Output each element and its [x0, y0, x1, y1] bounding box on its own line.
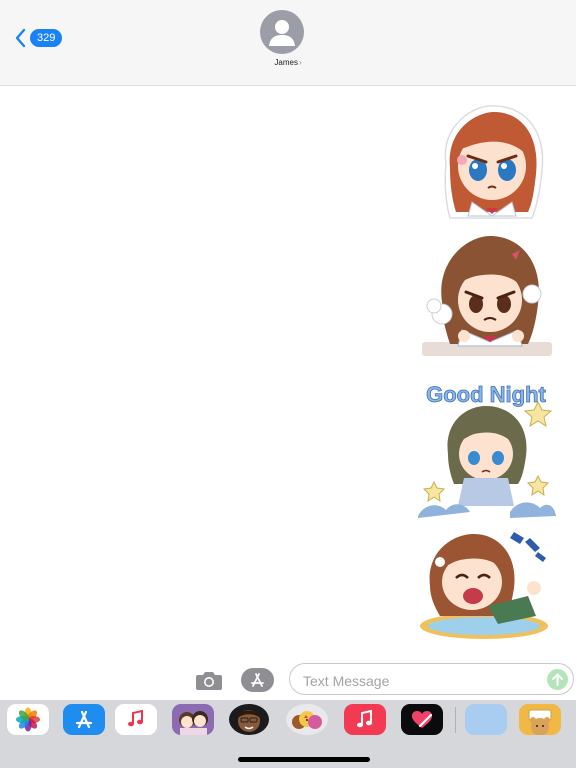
- good-night-text: Good Night: [426, 382, 546, 407]
- conversation-header: 329 James›: [0, 0, 576, 86]
- music-icon: [128, 709, 143, 727]
- app-store-app-button[interactable]: [63, 704, 105, 735]
- camera-icon: [196, 672, 222, 690]
- couple-sticker-app-button[interactable]: [172, 704, 214, 735]
- sticker-message[interactable]: Good Night: [414, 378, 558, 520]
- music-app-icon: [357, 709, 372, 728]
- chevron-right-icon: ›: [298, 58, 302, 67]
- sticker-message[interactable]: [420, 232, 554, 358]
- back-button[interactable]: 329: [14, 28, 63, 48]
- animoji-app-button[interactable]: [286, 704, 328, 735]
- drawer-divider: [455, 707, 456, 733]
- music-red-app-button[interactable]: [344, 704, 386, 735]
- digital-touch-icon: [412, 711, 433, 728]
- photos-icon: [16, 707, 40, 732]
- contact-name[interactable]: James›: [238, 58, 338, 67]
- memoji-app-button[interactable]: [229, 704, 269, 735]
- app-store-icon: [251, 673, 264, 687]
- laughing-girl-sticker-icon: [420, 532, 548, 639]
- blank-app-button[interactable]: [465, 704, 507, 735]
- person-icon: [269, 20, 295, 46]
- message-input-field[interactable]: [289, 663, 574, 695]
- camera-button[interactable]: [195, 668, 223, 692]
- fuming-girl-sticker-icon: [422, 236, 552, 356]
- bear-sticker-app-button[interactable]: [519, 704, 561, 735]
- message-input[interactable]: [301, 670, 540, 692]
- send-button[interactable]: [547, 669, 568, 690]
- app-store-button[interactable]: [241, 668, 274, 692]
- sticker-message[interactable]: [436, 104, 548, 222]
- contact-avatar[interactable]: [260, 10, 304, 54]
- arrow-up-icon: [552, 673, 563, 686]
- bear-sticker-app-icon: [528, 709, 552, 735]
- digital-touch-app-button[interactable]: [401, 704, 443, 735]
- sticker-message[interactable]: [418, 526, 552, 642]
- app-store-icon: [75, 710, 93, 729]
- blank-app-icon: [465, 704, 507, 735]
- chevron-left-icon: [15, 28, 26, 48]
- home-indicator[interactable]: [238, 757, 370, 762]
- good-night-girl-sticker-icon: Good Night: [418, 382, 556, 518]
- couple-sticker-app-icon: [179, 711, 208, 735]
- unread-count-badge: 329: [30, 29, 63, 47]
- animoji-icon: [292, 711, 322, 729]
- angry-girl-sticker-icon: [444, 105, 544, 219]
- contact-name-label: James: [274, 58, 298, 67]
- music-app-button[interactable]: [115, 704, 157, 735]
- photos-app-button[interactable]: [7, 704, 49, 735]
- memoji-icon: [238, 710, 260, 732]
